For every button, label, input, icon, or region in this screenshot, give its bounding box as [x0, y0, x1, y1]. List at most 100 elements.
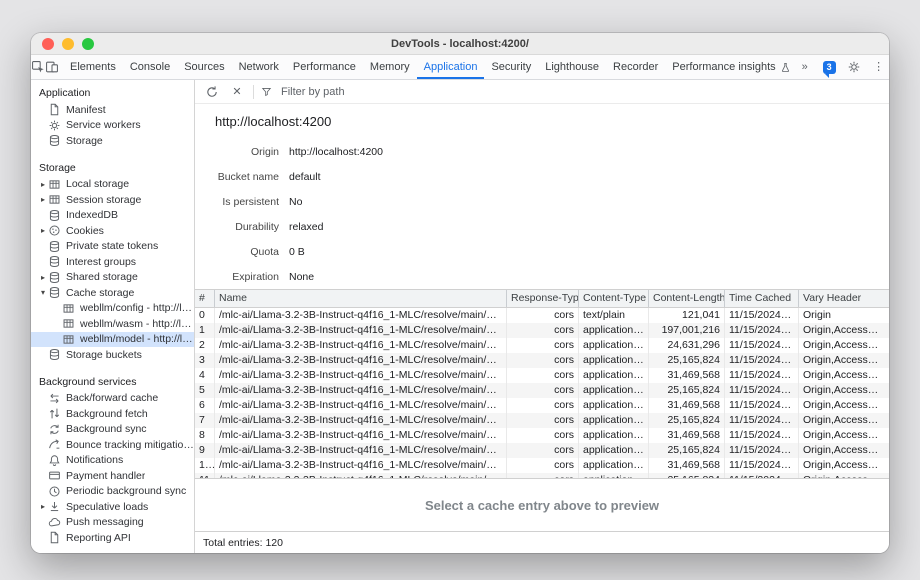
- cell-response-type: cors: [507, 458, 579, 473]
- column-header-response-type[interactable]: Response-Type: [507, 290, 579, 307]
- document-icon: [48, 531, 61, 544]
- tab-performance-insights[interactable]: Performance insights: [665, 55, 797, 79]
- devtools-window: DevTools - localhost:4200/ ElementsConso…: [31, 33, 889, 553]
- metadata-row-origin: Originhttp://localhost:4200: [215, 139, 889, 164]
- table-row[interactable]: 0/mlc-ai/Llama-3.2-3B-Instruct-q4f16_1-M…: [195, 308, 889, 323]
- tab-console[interactable]: Console: [123, 55, 177, 79]
- chevron-right-icon[interactable]: ▸: [38, 270, 48, 285]
- document-icon: [48, 103, 61, 116]
- sidebar-item-cache-storage[interactable]: ▾ Cache storage: [31, 285, 194, 301]
- column-header-name[interactable]: Name: [215, 290, 507, 307]
- sidebar-item-shared-storage[interactable]: ▸ Shared storage: [31, 270, 194, 286]
- sidebar-section-storage: Storage▸Local storage▸Session storageInd…: [31, 157, 194, 363]
- sidebar-item-webllm-config-http-loc[interactable]: webllm/config - http://loc…: [31, 301, 194, 317]
- sidebar-item-webllm-wasm-http-loca[interactable]: webllm/wasm - http://loca…: [31, 316, 194, 332]
- filter-icon: [261, 86, 272, 97]
- database-icon: [48, 348, 61, 361]
- sidebar-item-background-sync[interactable]: Background sync: [31, 422, 194, 438]
- chevron-right-icon[interactable]: ▸: [38, 223, 48, 238]
- chevron-right-icon[interactable]: ▸: [38, 192, 48, 207]
- sidebar-item-storage[interactable]: Storage: [31, 133, 194, 149]
- sidebar-item-periodic-background-sync[interactable]: Periodic background sync: [31, 484, 194, 500]
- delete-selected-button[interactable]: ✕: [228, 83, 246, 101]
- filter-input[interactable]: [279, 85, 599, 99]
- tab-lighthouse[interactable]: Lighthouse: [538, 55, 606, 79]
- sidebar-item-payment-handler[interactable]: Payment handler: [31, 468, 194, 484]
- column-header-time-cached[interactable]: Time Cached: [725, 290, 799, 307]
- device-toolbar-button[interactable]: [45, 55, 59, 79]
- table-row[interactable]: 6/mlc-ai/Llama-3.2-3B-Instruct-q4f16_1-M…: [195, 398, 889, 413]
- sidebar-item-storage-buckets[interactable]: Storage buckets: [31, 347, 194, 363]
- sidebar-item-cookies[interactable]: ▸Cookies: [31, 223, 194, 239]
- chevron-right-icon[interactable]: ▸: [38, 499, 48, 514]
- table-row[interactable]: 9/mlc-ai/Llama-3.2-3B-Instruct-q4f16_1-M…: [195, 443, 889, 458]
- total-entries: Total entries: 120: [203, 537, 283, 549]
- cell-number: 9: [195, 443, 215, 458]
- sidebar-item-webllm-model-http-loc[interactable]: webllm/model - http://loc…: [31, 332, 194, 348]
- cell-name: /mlc-ai/Llama-3.2-3B-Instruct-q4f16_1-ML…: [215, 338, 507, 353]
- table-row[interactable]: 2/mlc-ai/Llama-3.2-3B-Instruct-q4f16_1-M…: [195, 338, 889, 353]
- window-titlebar[interactable]: DevTools - localhost:4200/: [31, 33, 889, 55]
- payment-icon: [48, 469, 61, 482]
- sidebar-item-push-messaging[interactable]: Push messaging: [31, 515, 194, 531]
- more-tabs-icon[interactable]: »: [798, 60, 812, 74]
- tab-elements[interactable]: Elements: [63, 55, 123, 79]
- inspect-element-button[interactable]: [31, 55, 45, 79]
- sidebar-item-indexeddb[interactable]: IndexedDB: [31, 208, 194, 224]
- status-bar: Total entries: 120: [195, 531, 889, 553]
- sidebar-item-notifications[interactable]: Notifications: [31, 453, 194, 469]
- tab-network[interactable]: Network: [232, 55, 286, 79]
- table-row[interactable]: 10/mlc-ai/Llama-3.2-3B-Instruct-q4f16_1-…: [195, 458, 889, 473]
- tab-label: Performance: [293, 61, 356, 73]
- minimize-button[interactable]: [62, 38, 74, 50]
- sidebar-item-background-fetch[interactable]: Background fetch: [31, 406, 194, 422]
- sidebar-item-label: Cache storage: [66, 287, 134, 299]
- table-row[interactable]: 7/mlc-ai/Llama-3.2-3B-Instruct-q4f16_1-M…: [195, 413, 889, 428]
- zoom-button[interactable]: [82, 38, 94, 50]
- tab-recorder[interactable]: Recorder: [606, 55, 665, 79]
- table-row[interactable]: 3/mlc-ai/Llama-3.2-3B-Instruct-q4f16_1-M…: [195, 353, 889, 368]
- kebab-menu-icon[interactable]: ⋮: [872, 60, 886, 74]
- sidebar-section-background-services: Background servicesBack/forward cacheBac…: [31, 371, 194, 546]
- sidebar-item-private-state-tokens[interactable]: Private state tokens: [31, 239, 194, 255]
- sidebar-item-speculative-loads[interactable]: ▸Speculative loads: [31, 499, 194, 515]
- sidebar-item-bounce-tracking-mitigations[interactable]: Bounce tracking mitigations: [31, 437, 194, 453]
- column-header-vary-header[interactable]: Vary Header: [799, 290, 889, 307]
- cell-vary-header: Origin,Access…: [799, 368, 889, 383]
- sidebar-item-manifest[interactable]: Manifest: [31, 102, 194, 118]
- sidebar-item-reporting-api[interactable]: Reporting API: [31, 530, 194, 546]
- chevron-down-icon[interactable]: ▾: [38, 285, 48, 300]
- sidebar-item-interest-groups[interactable]: Interest groups: [31, 254, 194, 270]
- cell-content-length: 31,469,568: [649, 458, 725, 473]
- table-row[interactable]: 4/mlc-ai/Llama-3.2-3B-Instruct-q4f16_1-M…: [195, 368, 889, 383]
- sidebar-item-session-storage[interactable]: ▸Session storage: [31, 192, 194, 208]
- sidebar-item-label: Local storage: [66, 178, 129, 190]
- chevron-right-icon[interactable]: ▸: [38, 177, 48, 192]
- sidebar-item-back-forward-cache[interactable]: Back/forward cache: [31, 391, 194, 407]
- tab-memory[interactable]: Memory: [363, 55, 417, 79]
- tab-application[interactable]: Application: [417, 55, 485, 79]
- tab-sources[interactable]: Sources: [177, 55, 231, 79]
- column-header-content-type[interactable]: Content-Type: [579, 290, 649, 307]
- tab-performance[interactable]: Performance: [286, 55, 363, 79]
- column-header-content-length[interactable]: Content-Length: [649, 290, 725, 307]
- cell-response-type: cors: [507, 443, 579, 458]
- sidebar-item-local-storage[interactable]: ▸ Local storage: [31, 177, 194, 193]
- cell-time-cached: 11/15/2024, 10…: [725, 383, 799, 398]
- column-header-number[interactable]: #: [195, 290, 215, 307]
- toolbar-separator: [253, 85, 254, 99]
- flask-icon: [780, 62, 791, 73]
- refresh-button[interactable]: [203, 83, 221, 101]
- table-row[interactable]: 8/mlc-ai/Llama-3.2-3B-Instruct-q4f16_1-M…: [195, 428, 889, 443]
- sidebar-item-label: Shared storage: [66, 271, 138, 283]
- table-row[interactable]: 5/mlc-ai/Llama-3.2-3B-Instruct-q4f16_1-M…: [195, 383, 889, 398]
- tab-security[interactable]: Security: [484, 55, 538, 79]
- close-button[interactable]: [42, 38, 54, 50]
- tab-label: Recorder: [613, 61, 658, 73]
- cell-content-length: 31,469,568: [649, 428, 725, 443]
- sidebar-item-service-workers[interactable]: Service workers: [31, 118, 194, 134]
- cloud-icon: [48, 516, 61, 529]
- gear-icon[interactable]: [847, 60, 861, 74]
- feedback-icon[interactable]: 3: [823, 61, 836, 74]
- table-row[interactable]: 1/mlc-ai/Llama-3.2-3B-Instruct-q4f16_1-M…: [195, 323, 889, 338]
